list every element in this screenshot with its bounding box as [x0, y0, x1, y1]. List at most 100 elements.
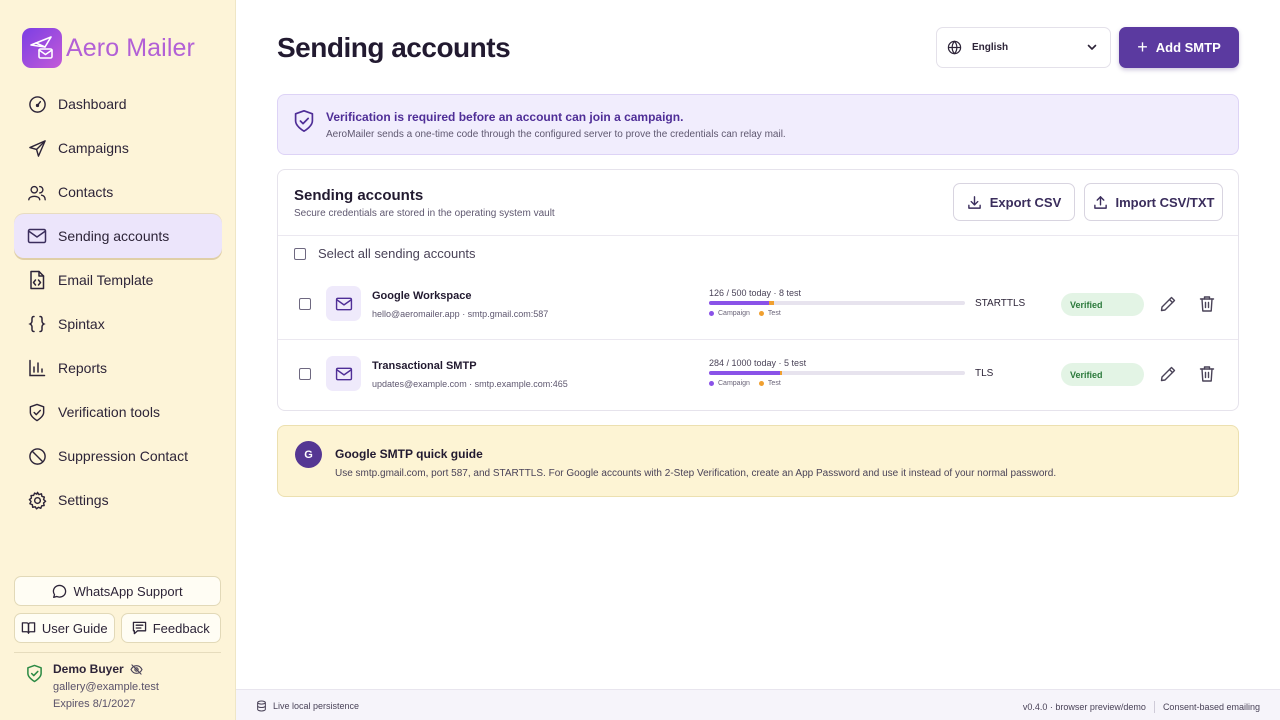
card-subtitle: Secure credentials are stored in the ope…: [294, 208, 555, 219]
mail-icon: [326, 286, 361, 321]
app-version: v0.4.0 · browser preview/demo: [1022, 702, 1146, 712]
guide-avatar: G: [295, 441, 322, 468]
campaign-dot: [709, 381, 714, 386]
aero-mailer-logo-icon: [22, 28, 62, 68]
bar-chart-icon: [26, 357, 48, 379]
usage-meter: 126 / 500 today · 8 test Campaign Test: [709, 288, 965, 317]
globe-icon: [947, 40, 962, 55]
shield-check-icon: [26, 401, 48, 423]
status-badge: Verified: [1061, 293, 1144, 316]
usage-text: 284 / 1000 today · 5 test: [709, 358, 807, 368]
sidebar-item-sending-accounts[interactable]: Sending accounts: [14, 214, 222, 258]
trash-icon[interactable]: [1199, 365, 1215, 383]
status-footer: Live local persistence v0.4.0 · browser …: [236, 689, 1280, 720]
sidebar-item-campaigns[interactable]: Campaigns: [14, 126, 222, 170]
pencil-icon[interactable]: [1159, 365, 1177, 383]
feedback-button[interactable]: Feedback: [120, 613, 221, 643]
sidebar-item-label: Email Template: [58, 272, 154, 288]
usage-text: 126 / 500 today · 8 test: [709, 288, 802, 298]
page-title: Sending accounts: [277, 32, 511, 63]
feedback-label: Feedback: [152, 620, 210, 636]
status-badge: Verified: [1061, 363, 1144, 386]
sidebar-item-dashboard[interactable]: Dashboard: [14, 82, 222, 126]
file-code-icon: [26, 269, 48, 291]
usage-bar-campaign: [709, 301, 770, 305]
language-select[interactable]: English: [936, 27, 1111, 68]
plus-icon: +: [1137, 37, 1148, 57]
users-icon: [26, 181, 48, 203]
ban-icon: [26, 445, 48, 467]
sidebar-item-spintax[interactable]: Spintax: [14, 302, 222, 346]
import-csv-txt-label: Import CSV/TXT: [1115, 194, 1215, 210]
verification-banner-description: AeroMailer sends a one-time code through…: [326, 129, 786, 140]
braces-icon: [26, 313, 48, 335]
sidebar-item-label: Verification tools: [58, 404, 160, 420]
sidebar-item-label: Contacts: [58, 184, 114, 200]
account-name: Transactional SMTP: [372, 360, 477, 372]
trash-icon[interactable]: [1199, 295, 1215, 313]
table-row: Transactional SMTP updates@example.com ·…: [278, 340, 1238, 410]
user-panel: Demo Buyer gallery@example.test Expires …: [26, 662, 159, 710]
sidebar-item-contacts[interactable]: Contacts: [14, 170, 222, 214]
guide-text: Use smtp.gmail.com, port 587, and STARTT…: [335, 468, 1057, 479]
test-dot: [758, 381, 764, 386]
test-dot: [758, 311, 764, 316]
table-row: Google Workspace hello@aeromailer.app · …: [278, 270, 1238, 340]
shield-check-icon: [27, 664, 42, 683]
add-smtp-button[interactable]: + Add SMTP: [1119, 27, 1239, 68]
sidebar-item-email-template[interactable]: Email Template: [14, 258, 222, 302]
legend-test: Test: [767, 380, 781, 387]
legend-campaign: Campaign: [718, 380, 750, 387]
persistence-status: Live local persistence: [273, 701, 360, 711]
sidebar-item-reports[interactable]: Reports: [14, 346, 222, 390]
legend-campaign: Campaign: [718, 310, 750, 317]
import-csv-txt-button[interactable]: Import CSV/TXT: [1084, 183, 1223, 221]
sidebar-item-label: Sending accounts: [58, 228, 170, 244]
sidebar-item-label: Reports: [58, 360, 108, 376]
google-smtp-guide: G Google SMTP quick guide Use smtp.gmail…: [277, 425, 1239, 497]
consent-note: Consent-based emailing: [1162, 702, 1260, 712]
sidebar-item-label: Spintax: [58, 316, 105, 332]
pencil-icon[interactable]: [1159, 295, 1177, 313]
send-icon: [26, 137, 48, 159]
sidebar-support-buttons: WhatsApp Support User Guide Feedback: [14, 576, 221, 643]
export-csv-button[interactable]: Export CSV: [953, 183, 1075, 221]
sidebar-nav: Dashboard Campaigns Contacts Sending acc…: [14, 82, 222, 522]
legend-test: Test: [767, 310, 781, 317]
sidebar-item-label: Settings: [58, 492, 109, 508]
gear-icon: [26, 489, 48, 511]
row-checkbox[interactable]: [299, 368, 311, 380]
sidebar-item-settings[interactable]: Settings: [14, 478, 222, 522]
select-all-checkbox[interactable]: [294, 247, 306, 260]
verification-banner-title: Verification is required before an accou…: [326, 110, 684, 124]
sidebar-divider: [14, 652, 221, 653]
mail-icon: [326, 356, 361, 391]
gauge-icon: [26, 93, 48, 115]
user-email: gallery@example.test: [53, 681, 159, 693]
account-name: Google Workspace: [372, 290, 472, 302]
select-all-accounts[interactable]: Select all sending accounts: [294, 246, 476, 261]
sidebar-item-verification-tools[interactable]: Verification tools: [14, 390, 222, 434]
sidebar-item-label: Dashboard: [58, 96, 127, 112]
row-checkbox[interactable]: [299, 298, 311, 310]
usage-meter: 284 / 1000 today · 5 test Campaign Test: [709, 358, 965, 387]
shield-check-icon: [294, 109, 314, 133]
sidebar-item-suppression-contact[interactable]: Suppression Contact: [14, 434, 222, 478]
chat-bubble-icon: [53, 584, 67, 598]
whatsapp-support-button[interactable]: WhatsApp Support: [14, 576, 221, 606]
add-smtp-label: Add SMTP: [1155, 40, 1221, 55]
language-value: English: [972, 42, 1009, 53]
sidebar-item-label: Suppression Contact: [58, 448, 188, 464]
export-csv-label: Export CSV: [989, 194, 1062, 210]
download-icon: [967, 195, 981, 209]
eye-off-icon[interactable]: [130, 663, 143, 675]
card-divider: [278, 235, 1238, 236]
footer-separator: [1153, 701, 1155, 713]
whatsapp-support-label: WhatsApp Support: [73, 583, 183, 599]
database-icon: [257, 700, 266, 712]
card-title: Sending accounts: [294, 187, 424, 204]
user-guide-button[interactable]: User Guide: [14, 613, 115, 643]
usage-legend: Campaign Test: [709, 310, 965, 317]
brand[interactable]: Aero Mailer: [22, 28, 195, 68]
usage-bar-test: [769, 301, 774, 305]
